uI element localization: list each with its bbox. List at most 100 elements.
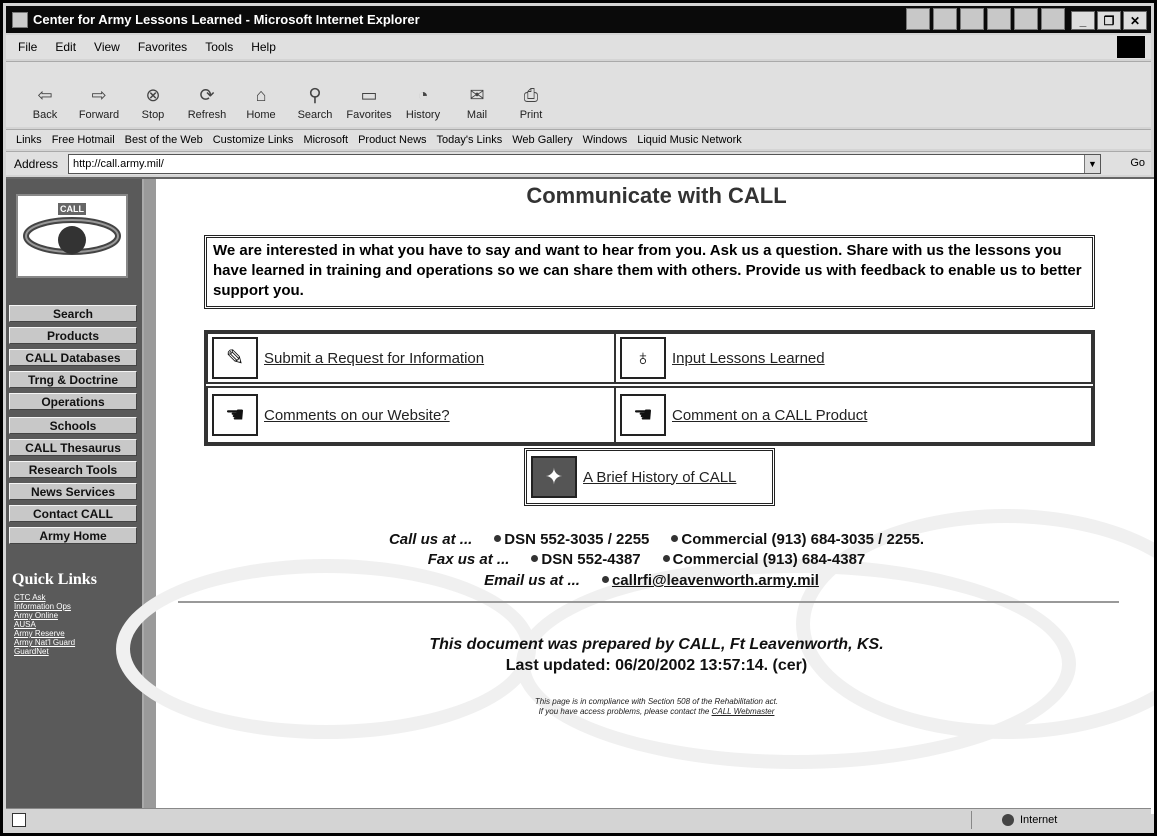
refresh-icon: ⟳ [199, 84, 215, 105]
home-button[interactable]: ⌂ Home [234, 84, 288, 122]
input-lessons-link[interactable]: ♁ Input Lessons Learned [614, 332, 1093, 384]
menu-edit[interactable]: Edit [55, 40, 76, 54]
lightbulb-icon: ♁ [620, 337, 666, 379]
sidebar-edge [142, 179, 156, 814]
compliance-line-1: This page is in compliance with Section … [534, 697, 779, 706]
link-free-hotmail[interactable]: Free Hotmail [52, 134, 115, 146]
quick-link-army-reserve[interactable]: Army Reserve [14, 629, 65, 638]
stop-icon: ⊗ [145, 84, 161, 105]
maximize-icon[interactable]: ❐ [1097, 11, 1121, 30]
favorites-button[interactable]: ▭ Favorites [342, 84, 396, 122]
bullet-icon [671, 535, 679, 542]
webmaster-link[interactable]: CALL Webmaster [712, 707, 775, 716]
search-icon: ⚲ [308, 84, 322, 105]
windows-logo-icon [1117, 36, 1145, 58]
go-button[interactable]: Go [1130, 157, 1145, 169]
tray-icon[interactable] [906, 8, 930, 30]
divider [178, 601, 1119, 603]
printer-icon: ⎙ [523, 84, 539, 105]
fax-label: Fax us at ... [427, 551, 510, 568]
quick-link-information-ops[interactable]: Information Ops [14, 602, 71, 611]
address-value: http://call.army.mil/ [73, 158, 164, 170]
page-title: Communicate with CALL [526, 183, 787, 208]
quick-link-ctc-ask[interactable]: CTC Ask [14, 593, 46, 602]
link-web-gallery[interactable]: Web Gallery [512, 134, 572, 146]
links-bar: Links Free Hotmail Best of the Web Custo… [6, 129, 1151, 149]
ie-logo-icon [12, 11, 28, 28]
history-button[interactable]: ◔ History [396, 84, 450, 122]
link-best-of-web[interactable]: Best of the Web [125, 134, 203, 146]
nav-army-home[interactable]: Army Home [9, 527, 137, 544]
bullet-icon [494, 535, 502, 542]
phone-line: Call us at ... DSN 552-3035 / 2255 Commerc… [156, 531, 1154, 548]
nav-products[interactable]: Products [9, 327, 137, 344]
page-status-icon [12, 812, 26, 827]
menu-tools[interactable]: Tools [205, 40, 233, 54]
back-arrow-icon: ⇦ [37, 84, 53, 105]
print-button[interactable]: ⎙ Print [504, 84, 558, 122]
link-liquid-music[interactable]: Liquid Music Network [637, 134, 742, 146]
call-commercial: Commercial (913) 684-3035 / 2255. [681, 531, 925, 548]
forward-button[interactable]: ⇨ Forward [72, 84, 126, 122]
product-comment-link[interactable]: ☚ Comment on a CALL Product [614, 386, 1093, 444]
email-link[interactable]: callrfi@leavenworth.army.mil [612, 572, 819, 589]
title-bar: Center for Army Lessons Learned - Micros… [6, 6, 1151, 33]
menu-file[interactable]: File [18, 40, 37, 54]
tray-icon[interactable] [933, 8, 957, 30]
website-comments-link[interactable]: ☚ Comments on our Website? [206, 386, 616, 444]
window-controls: _ ❐ ✕ [1071, 11, 1147, 30]
browser-window: Center for Army Lessons Learned - Micros… [0, 0, 1157, 836]
request-info-link[interactable]: ✎ Submit a Request for Information [206, 332, 616, 384]
quick-link-ausa[interactable]: AUSA [14, 620, 36, 629]
link-customize-links[interactable]: Customize Links [213, 134, 294, 146]
logo-text: CALL [60, 204, 84, 214]
quick-link-army-online[interactable]: Army Online [14, 611, 58, 620]
intro-text: We are interested in what you have to sa… [204, 235, 1095, 309]
status-bar: Internet [6, 808, 1151, 830]
nav-contact-call[interactable]: Contact CALL [9, 505, 137, 522]
nav-search[interactable]: Search [9, 305, 137, 322]
close-icon[interactable]: ✕ [1123, 11, 1147, 30]
tray-icon[interactable] [960, 8, 984, 30]
stop-button[interactable]: ⊗ Stop [126, 84, 180, 122]
call-logo: CALL [16, 194, 128, 278]
nav-trng-doctrine[interactable]: Trng & Doctrine [9, 371, 137, 388]
tray-icon[interactable] [1041, 8, 1065, 30]
nav-call-databases[interactable]: CALL Databases [9, 349, 137, 366]
nav-schools[interactable]: Schools [9, 417, 137, 434]
quick-link-army-natl-guard[interactable]: Army Nat'l Guard [14, 638, 75, 647]
hand-icon: ☚ [212, 394, 258, 436]
tray-icon[interactable] [987, 8, 1011, 30]
tray-icon[interactable] [1014, 8, 1038, 30]
call-dsn: DSN 552-3035 / 2255 [504, 531, 650, 548]
refresh-button[interactable]: ⟳ Refresh [180, 84, 234, 122]
address-input[interactable]: http://call.army.mil/ ▼ [68, 154, 1101, 174]
link-windows[interactable]: Windows [583, 134, 628, 146]
link-todays-links[interactable]: Today's Links [437, 134, 503, 146]
bullet-icon [601, 576, 609, 583]
minimize-icon[interactable]: _ [1071, 11, 1095, 30]
prepared-by: This document was prepared by CALL, Ft L… [429, 636, 884, 653]
history-link[interactable]: ✦ A Brief History of CALL [524, 448, 775, 506]
back-button[interactable]: ⇦ Back [18, 84, 72, 122]
page-viewport: CALL Search Products CALL Databases Trng… [6, 177, 1154, 814]
nav-operations[interactable]: Operations [9, 393, 137, 410]
menu-favorites[interactable]: Favorites [138, 40, 187, 54]
nav-news-services[interactable]: News Services [9, 483, 137, 500]
nav-research-tools[interactable]: Research Tools [9, 461, 137, 478]
menu-view[interactable]: View [94, 40, 120, 54]
link-product-news[interactable]: Product News [358, 134, 426, 146]
main-content: Communicate with CALL We are interested … [116, 179, 1154, 814]
globe-icon [1002, 814, 1014, 826]
bullet-icon [662, 555, 670, 562]
quick-link-guardnet[interactable]: GuardNet [14, 647, 49, 656]
mail-icon: ✉ [469, 84, 485, 105]
mail-button[interactable]: ✉ Mail [450, 84, 504, 122]
search-button[interactable]: ⚲ Search [288, 84, 342, 122]
link-microsoft[interactable]: Microsoft [303, 134, 348, 146]
form-icon: ✎ [212, 337, 258, 379]
nav-call-thesaurus[interactable]: CALL Thesaurus [9, 439, 137, 456]
fax-line: Fax us at ... DSN 552-4387 Commercial (913… [136, 551, 1154, 568]
chevron-down-icon[interactable]: ▼ [1084, 155, 1100, 173]
menu-help[interactable]: Help [251, 40, 276, 54]
